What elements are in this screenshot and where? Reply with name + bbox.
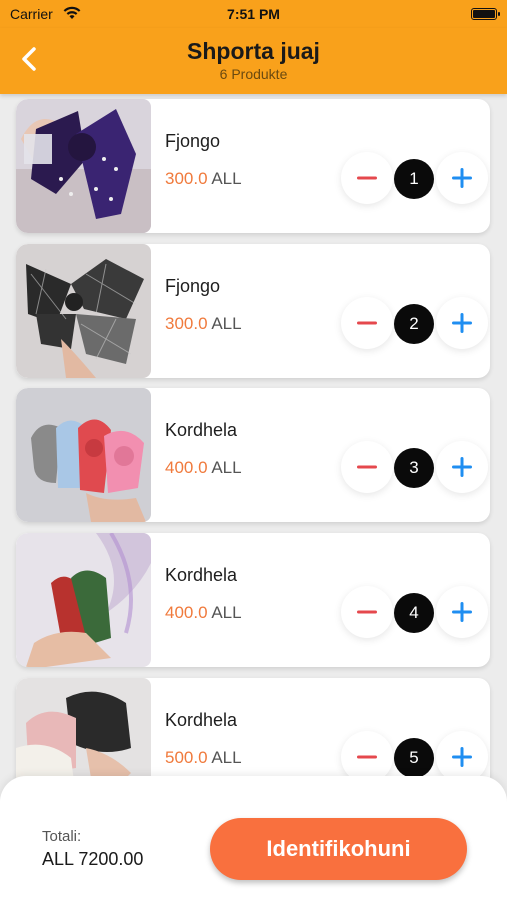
minus-icon bbox=[357, 321, 377, 325]
price-currency: ALL bbox=[211, 603, 242, 622]
cart-item: Fjongo 300.0 ALL 2 bbox=[16, 244, 490, 378]
price-currency: ALL bbox=[211, 458, 242, 477]
product-name: Fjongo bbox=[165, 131, 221, 151]
quantity-badge: 3 bbox=[394, 448, 434, 488]
clock: 7:51 PM bbox=[227, 6, 280, 22]
price-currency: ALL bbox=[211, 169, 242, 188]
minus-icon bbox=[357, 755, 377, 759]
product-price: 400.0 ALL bbox=[165, 603, 242, 623]
total-label: Totali: bbox=[42, 828, 82, 845]
product-image bbox=[16, 388, 151, 522]
decrease-quantity-button[interactable] bbox=[341, 152, 393, 204]
product-name: Fjongo bbox=[165, 276, 221, 296]
cart-item: Fjongo 300.0 ALL 1 bbox=[16, 99, 490, 233]
decrease-quantity-button[interactable] bbox=[341, 441, 393, 493]
increase-quantity-button[interactable] bbox=[436, 152, 488, 204]
cart-item: Kordhela 400.0 ALL 3 bbox=[16, 388, 490, 522]
price-amount: 300.0 bbox=[165, 314, 208, 333]
price-amount: 400.0 bbox=[165, 458, 208, 477]
battery-icon bbox=[471, 8, 500, 20]
quantity-badge: 2 bbox=[394, 304, 434, 344]
price-amount: 300.0 bbox=[165, 169, 208, 188]
navigation-bar: Shporta juaj 6 Produkte bbox=[0, 28, 507, 94]
product-price: 500.0 ALL bbox=[165, 748, 242, 768]
price-amount: 500.0 bbox=[165, 748, 208, 767]
login-button[interactable]: Identifikohuni bbox=[210, 818, 467, 880]
plus-icon bbox=[452, 313, 472, 333]
minus-icon bbox=[357, 176, 377, 180]
product-price: 300.0 ALL bbox=[165, 169, 242, 189]
increase-quantity-button[interactable] bbox=[436, 297, 488, 349]
minus-icon bbox=[357, 610, 377, 614]
product-name: Kordhela bbox=[165, 565, 238, 585]
total-value: ALL 7200.00 bbox=[42, 849, 144, 869]
decrease-quantity-button[interactable] bbox=[341, 586, 393, 638]
product-image bbox=[16, 244, 151, 378]
product-image bbox=[16, 99, 151, 233]
price-currency: ALL bbox=[211, 748, 242, 767]
decrease-quantity-button[interactable] bbox=[341, 297, 393, 349]
price-currency: ALL bbox=[211, 314, 242, 333]
product-count: 6 Produkte bbox=[219, 66, 288, 82]
product-name: Kordhela bbox=[165, 420, 238, 440]
page-title: Shporta juaj bbox=[187, 38, 320, 64]
product-image bbox=[16, 533, 151, 667]
increase-quantity-button[interactable] bbox=[436, 586, 488, 638]
status-bar: Carrier 7:51 PM bbox=[0, 0, 507, 28]
quantity-badge: 4 bbox=[394, 593, 434, 633]
increase-quantity-button[interactable] bbox=[436, 441, 488, 493]
plus-icon bbox=[452, 602, 472, 622]
plus-icon bbox=[452, 747, 472, 767]
plus-icon bbox=[452, 168, 472, 188]
product-price: 300.0 ALL bbox=[165, 314, 242, 334]
cart-list[interactable]: Fjongo 300.0 ALL 1 Fjongo 300.0 ALL 2 Ko… bbox=[0, 94, 507, 794]
quantity-badge: 5 bbox=[394, 738, 434, 778]
product-price: 400.0 ALL bbox=[165, 458, 242, 478]
product-name: Kordhela bbox=[165, 710, 238, 730]
quantity-badge: 1 bbox=[394, 159, 434, 199]
plus-icon bbox=[452, 457, 472, 477]
checkout-footer: Totali: ALL 7200.00 Identifikohuni bbox=[0, 776, 507, 900]
minus-icon bbox=[357, 465, 377, 469]
price-amount: 400.0 bbox=[165, 603, 208, 622]
cart-item: Kordhela 400.0 ALL 4 bbox=[16, 533, 490, 667]
